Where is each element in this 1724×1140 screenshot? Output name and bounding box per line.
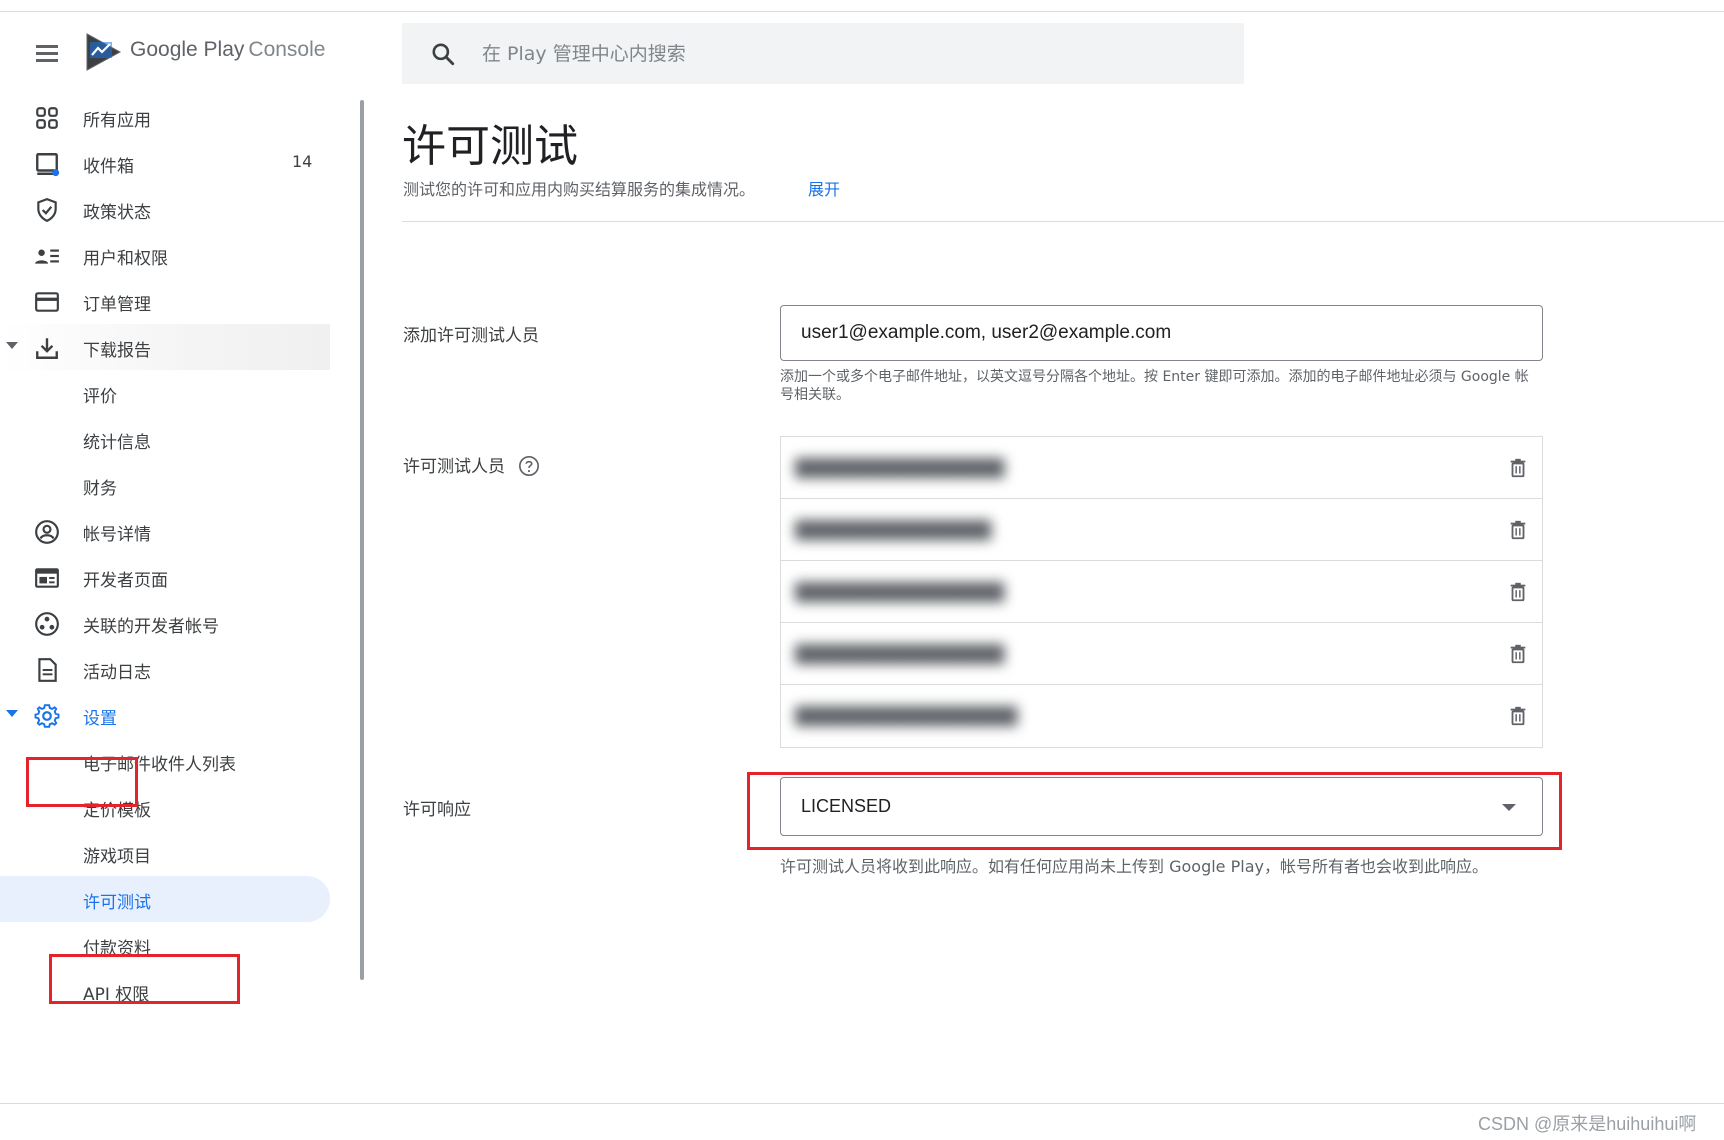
sidebar-item-label: 所有应用 (83, 106, 151, 131)
sidebar-scrollbar[interactable] (360, 100, 364, 980)
license-response-help: 许可测试人员将收到此响应。如有任何应用尚未上传到 Google Play，帐号所… (780, 854, 1540, 880)
sidebar-item-inbox[interactable]: 收件箱 14 (0, 140, 330, 186)
sidebar-item-account-details[interactable]: 帐号详情 (0, 508, 330, 554)
sidebar-item-label: 电子邮件收件人列表 (83, 750, 236, 775)
dropdown-caret-icon[interactable] (1502, 804, 1516, 811)
brand-console: Console (248, 38, 325, 61)
add-testers-input[interactable] (780, 305, 1543, 361)
sidebar-item-settings[interactable]: 设置 (0, 692, 330, 738)
trash-icon[interactable] (1507, 705, 1529, 727)
sidebar-item-pricing-templates[interactable]: 定价模板 (0, 784, 330, 830)
list-item: ████████████████ (781, 437, 1542, 499)
trash-icon[interactable] (1507, 581, 1529, 603)
redacted-email: ████████████████ (795, 583, 1004, 603)
inbox-count-badge: 14 (292, 152, 312, 171)
add-testers-label: 添加许可测试人员 (403, 321, 539, 346)
sidebar-item-linked-accounts[interactable]: 关联的开发者帐号 (0, 600, 330, 646)
credit-card-icon (34, 289, 60, 315)
sidebar-item-finance[interactable]: 财务 (0, 462, 330, 508)
shield-check-icon (34, 197, 60, 223)
sidebar-item-label: 许可测试 (83, 888, 151, 913)
list-item: ████████████████ (781, 623, 1542, 685)
brand-name: Google PlayConsole (130, 38, 325, 62)
sidebar-item-label: 政策状态 (83, 198, 151, 223)
top-divider (0, 11, 1724, 12)
watermark: CSDN @原来是huihuihui啊 (1478, 1110, 1696, 1136)
account-circle-icon (34, 519, 60, 545)
sidebar-item-all-apps[interactable]: 所有应用 (0, 94, 330, 140)
help-icon[interactable] (518, 455, 540, 477)
license-response-label: 许可响应 (403, 795, 471, 820)
sidebar-item-statistics[interactable]: 统计信息 (0, 416, 330, 462)
users-list-icon (34, 243, 60, 269)
sidebar-item-label: 统计信息 (83, 428, 151, 453)
sidebar-item-label: 收件箱 (83, 152, 134, 177)
redacted-email: ███████████████ (795, 521, 991, 541)
sidebar-nav: 所有应用 收件箱 14 政策状态 用户和权限 订单管理 (0, 90, 330, 1102)
gear-icon (34, 703, 60, 729)
sidebar-item-label: 活动日志 (83, 658, 151, 683)
sidebar-item-label: 评价 (83, 382, 117, 407)
sidebar-item-users-permissions[interactable]: 用户和权限 (0, 232, 330, 278)
play-console-logo (84, 32, 122, 72)
page-description: 测试您的许可和应用内购买结算服务的集成情况。 (403, 176, 755, 200)
search-bar[interactable] (402, 23, 1244, 84)
sidebar-item-api-access[interactable]: API 权限 (0, 968, 330, 1014)
bottom-divider (0, 1103, 1724, 1104)
sidebar-item-label: 定价模板 (83, 796, 151, 821)
license-response-value: LICENSED (801, 796, 891, 817)
sidebar-item-license-testing[interactable]: 许可测试 (0, 876, 330, 922)
menu-icon[interactable] (34, 42, 60, 64)
sidebar-item-label: API 权限 (83, 980, 149, 1005)
document-icon (34, 657, 60, 683)
list-item: ███████████████ (781, 499, 1542, 561)
trash-icon[interactable] (1507, 519, 1529, 541)
sidebar-item-game-projects[interactable]: 游戏项目 (0, 830, 330, 876)
list-item: ████████████████ (781, 561, 1542, 623)
sidebar-item-activity-log[interactable]: 活动日志 (0, 646, 330, 692)
sidebar-item-label: 关联的开发者帐号 (83, 612, 219, 637)
download-icon (34, 335, 60, 361)
redacted-email: ████████████████ (795, 645, 1004, 665)
search-icon[interactable] (430, 41, 456, 67)
sidebar-item-label: 订单管理 (83, 290, 151, 315)
sidebar-item-label: 下载报告 (83, 336, 151, 361)
trash-icon[interactable] (1507, 457, 1529, 479)
linked-accounts-icon (34, 611, 60, 637)
license-response-select[interactable]: LICENSED (780, 777, 1543, 836)
brand-google-play: Google Play (130, 38, 244, 61)
sidebar-item-label: 开发者页面 (83, 566, 168, 591)
list-item: █████████████████ (781, 685, 1542, 747)
sidebar-item-policy-status[interactable]: 政策状态 (0, 186, 330, 232)
header-divider (402, 221, 1724, 222)
sidebar-item-reviews[interactable]: 评价 (0, 370, 330, 416)
sidebar-item-label: 用户和权限 (83, 244, 168, 269)
page-title: 许可测试 (402, 110, 578, 174)
sidebar-item-label: 设置 (83, 704, 117, 729)
sidebar-item-label: 付款资料 (83, 934, 151, 959)
sidebar-item-payments-profile[interactable]: 付款资料 (0, 922, 330, 968)
chevron-down-icon[interactable] (6, 710, 18, 717)
search-input[interactable] (480, 37, 1184, 71)
redacted-email: ████████████████ (795, 459, 1004, 479)
redacted-email: █████████████████ (795, 707, 1017, 727)
sidebar-item-email-lists[interactable]: 电子邮件收件人列表 (0, 738, 330, 784)
sidebar-item-developer-page[interactable]: 开发者页面 (0, 554, 330, 600)
chevron-down-icon[interactable] (6, 342, 18, 349)
sidebar-item-label: 财务 (83, 474, 117, 499)
inbox-icon (34, 151, 60, 177)
sidebar-item-label: 帐号详情 (83, 520, 151, 545)
testers-list: ████████████████ ███████████████ ███████… (780, 436, 1543, 748)
apps-grid-icon (34, 105, 60, 131)
add-testers-help: 添加一个或多个电子邮件地址，以英文逗号分隔各个地址。按 Enter 键即可添加。… (780, 368, 1540, 404)
expand-link[interactable]: 展开 (808, 176, 840, 200)
sidebar-item-label: 游戏项目 (83, 842, 151, 867)
sidebar-item-order-management[interactable]: 订单管理 (0, 278, 330, 324)
trash-icon[interactable] (1507, 643, 1529, 665)
web-page-icon (34, 565, 60, 591)
testers-label: 许可测试人员 (403, 452, 505, 477)
sidebar-item-download-reports[interactable]: 下载报告 (0, 324, 330, 370)
